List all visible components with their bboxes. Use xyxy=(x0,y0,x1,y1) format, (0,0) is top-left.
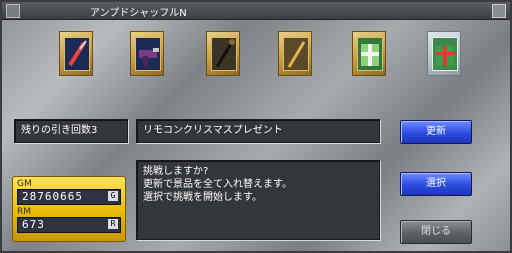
select-button[interactable]: 選択 xyxy=(400,172,472,196)
rod-card-icon[interactable] xyxy=(278,31,312,76)
message-line-2: 更新で景品を全て入れ替えます。 xyxy=(143,179,292,190)
gm-label: GM xyxy=(17,179,32,189)
item-name-box: リモコンクリスマスプレゼント xyxy=(136,119,380,143)
staff-card-icon[interactable] xyxy=(206,31,240,76)
rm-label: RM xyxy=(17,207,32,217)
currency-panel: GM 28760665 G RM 673 R xyxy=(12,176,126,242)
window-icon xyxy=(6,4,20,18)
gun-card-icon[interactable] xyxy=(130,31,164,76)
gm-unit: G xyxy=(108,191,118,201)
message-box: 挑戦しますか? 更新で景品を全て入れ替えます。 選択で挑戦を開始します。 xyxy=(136,160,380,240)
message-line-3: 選択で挑戦を開始します。 xyxy=(143,192,262,203)
message-line-1: 挑戦しますか? xyxy=(143,166,209,177)
rm-unit: R xyxy=(108,219,118,229)
remaining-draws-box: 残りの引き回数3 xyxy=(14,119,128,143)
refresh-button[interactable]: 更新 xyxy=(400,120,472,144)
rm-value: 673 R xyxy=(17,217,121,233)
title-bar[interactable]: アンプドシャッフルN xyxy=(2,2,510,20)
item-name-text: リモコンクリスマスプレゼント xyxy=(143,125,283,136)
spear-card-icon[interactable] xyxy=(59,31,93,76)
gm-value: 28760665 G xyxy=(17,189,121,205)
silver-gift-card-icon[interactable] xyxy=(427,31,461,76)
close-button[interactable]: 閉じる xyxy=(400,220,472,244)
window-title: アンプドシャッフルN xyxy=(90,8,187,19)
shuffle-window: アンプドシャッフルN 残りの引き回数3 リモコンクリスマスプレゼント 挑戦します… xyxy=(0,0,512,253)
close-window-icon[interactable] xyxy=(492,4,506,18)
green-gift-card-icon[interactable] xyxy=(352,31,386,76)
remaining-draws-text: 残りの引き回数3 xyxy=(21,125,98,136)
